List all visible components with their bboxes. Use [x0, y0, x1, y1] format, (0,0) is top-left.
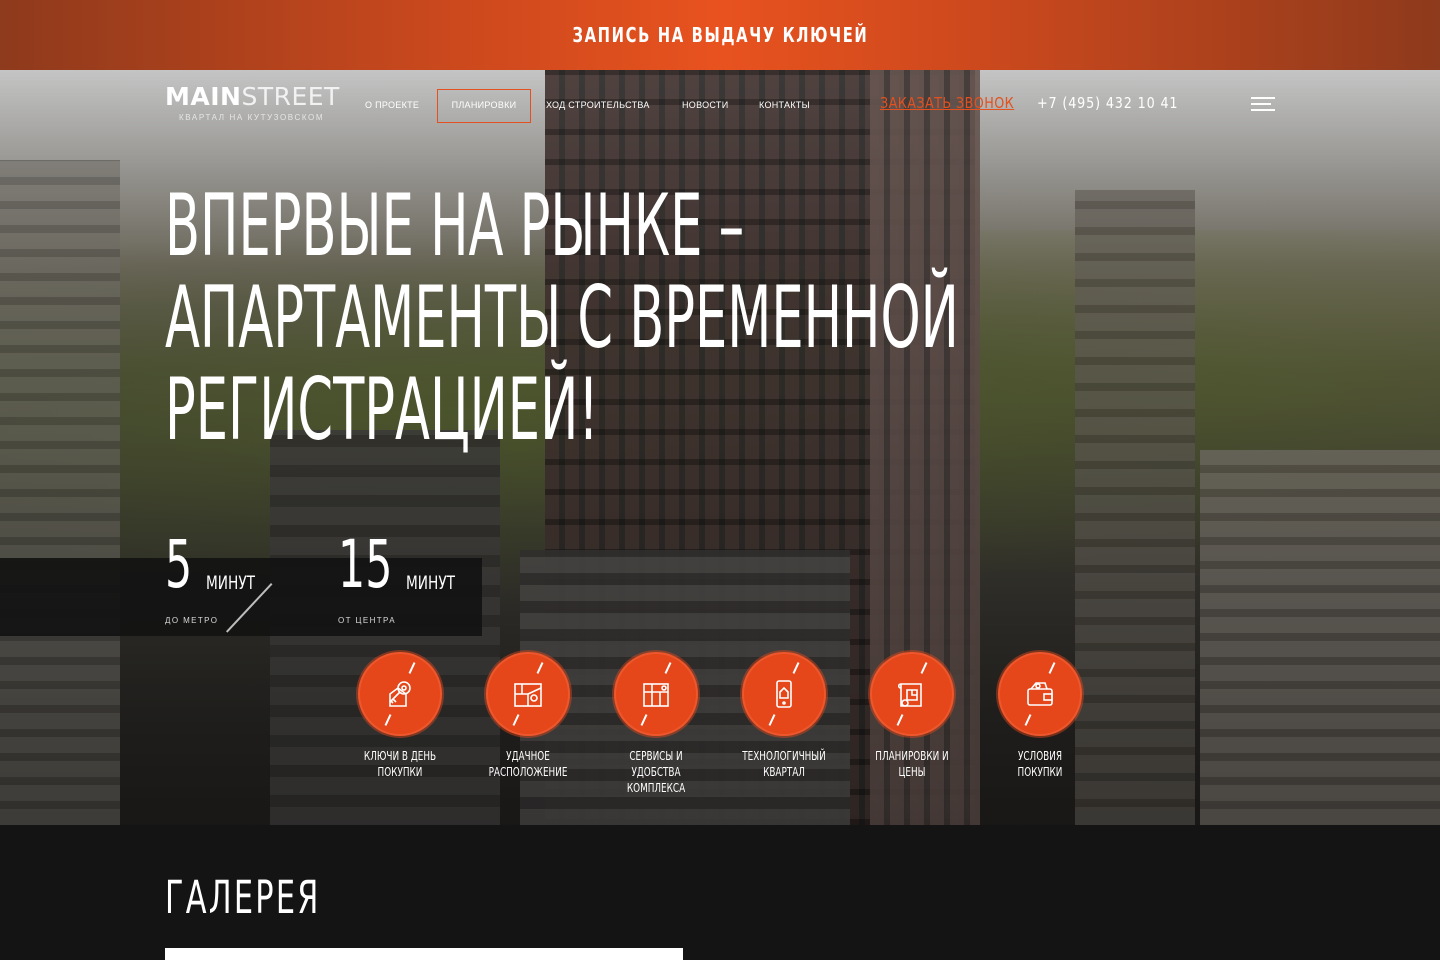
site-logo[interactable]: MAINSTREET КВАРТАЛ НА КУТУЗОВСКОМ	[165, 82, 339, 124]
logo-wordmark: MAINSTREET	[165, 82, 339, 111]
feature-label-line: КОМПЛЕКСА	[626, 781, 686, 795]
headline-line: ВПЕРВЫЕ НА РЫНКЕ –	[165, 176, 745, 276]
feature-circle[interactable]	[614, 652, 698, 736]
feature-label-line: СЕРВИСЫ И УДОБСТВА	[629, 749, 683, 779]
stat-center: 15 МИНУТ ОТ ЦЕНТРА	[338, 526, 455, 626]
stat-unit: МИНУТ	[206, 572, 255, 594]
feature-label: УСЛОВИЯ ПОКУПКИ	[997, 748, 1082, 780]
feature-keys[interactable]: КЛЮЧИ В ДЕНЬ ПОКУПКИ	[348, 652, 452, 780]
stat-number: 5	[165, 526, 193, 603]
feature-label-line: РАСПОЛОЖЕНИЕ	[488, 765, 568, 779]
feature-label: ПЛАНИРОВКИ И ЦЕНЫ	[869, 748, 954, 780]
stat-unit: МИНУТ	[406, 572, 455, 594]
feature-label-line: КЛЮЧИ В ДЕНЬ	[363, 749, 437, 763]
feature-label: СЕРВИСЫ И УДОБСТВА КОМПЛЕКСА	[613, 748, 698, 796]
feature-services[interactable]: СЕРВИСЫ И УДОБСТВА КОМПЛЕКСА	[604, 652, 708, 796]
feature-circle[interactable]	[870, 652, 954, 736]
gallery-title: ГАЛЕРЕЯ	[165, 871, 321, 924]
logo-subtitle: КВАРТАЛ НА КУТУЗОВСКОМ	[179, 113, 325, 122]
stat-caption: ОТ ЦЕНТРА	[338, 616, 396, 625]
feature-label: УДАЧНОЕ РАСПОЛОЖЕНИЕ	[485, 748, 570, 780]
nav-item-construction[interactable]: ХОД СТРОИТЕЛЬСТВА	[546, 100, 650, 110]
stat-caption: ДО МЕТРО	[165, 616, 219, 625]
floor-plan-icon	[897, 683, 922, 707]
smart-home-icon	[776, 680, 792, 708]
wallet-icon	[1027, 682, 1053, 706]
map-location-icon	[514, 683, 542, 707]
feature-smart[interactable]: ТЕХНОЛОГИЧНЫЙ КВАРТАЛ	[732, 652, 836, 780]
feature-label-line: ТЕХНОЛОГИЧНЫЙ	[742, 749, 826, 763]
feature-label-line: УСЛОВИЯ ПОКУПКИ	[1017, 749, 1063, 779]
feature-location[interactable]: УДАЧНОЕ РАСПОЛОЖЕНИЕ	[476, 652, 580, 780]
headline-line: АПАРТАМЕНТЫ С ВРЕМЕННОЙ	[165, 268, 959, 368]
stat-metro: 5 МИНУТ ДО МЕТРО	[165, 526, 255, 626]
headline-line: РЕГИСТРАЦИЕЙ!	[165, 360, 599, 460]
stat-number: 15	[338, 526, 393, 603]
feature-circle[interactable]	[998, 652, 1082, 736]
feature-purchase[interactable]: УСЛОВИЯ ПОКУПКИ	[988, 652, 1092, 780]
feature-circle[interactable]	[486, 652, 570, 736]
nav-item-about[interactable]: О ПРОЕКТЕ	[365, 100, 419, 110]
gallery-card[interactable]	[165, 948, 683, 960]
features-row: КЛЮЧИ В ДЕНЬ ПОКУПКИ УДАЧНОЕ РАСПОЛОЖЕНИ…	[348, 652, 1088, 795]
feature-label: ТЕХНОЛОГИЧНЫЙ КВАРТАЛ	[741, 748, 826, 780]
feature-label-line: ПЛАНИРОВКИ И ЦЕНЫ	[875, 749, 949, 779]
feature-plans[interactable]: ПЛАНИРОВКИ И ЦЕНЫ	[860, 652, 964, 780]
feature-label-line: ПОКУПКИ	[377, 765, 423, 779]
menu-icon[interactable]	[1251, 97, 1275, 113]
gallery-section: ГАЛЕРЕЯ	[0, 825, 1440, 960]
promo-text[interactable]: ЗАПИСЬ НА ВЫДАЧУ КЛЮЧЕЙ	[572, 23, 868, 47]
nav-item-news[interactable]: НОВОСТИ	[682, 100, 728, 110]
nav-item-contacts[interactable]: КОНТАКТЫ	[759, 100, 810, 110]
hero-headline: ВПЕРВЫЕ НА РЫНКЕ – АПАРТАМЕНТЫ С ВРЕМЕНН…	[165, 180, 1065, 456]
feature-circle[interactable]	[742, 652, 826, 736]
nav-item-layouts[interactable]: ПЛАНИРОВКИ	[437, 89, 531, 123]
feature-circle[interactable]	[358, 652, 442, 736]
promo-banner[interactable]: ЗАПИСЬ НА ВЫДАЧУ КЛЮЧЕЙ	[0, 0, 1440, 70]
phone-link[interactable]: +7 (495) 432 10 41	[1037, 94, 1178, 112]
feature-label-line: УДАЧНОЕ	[506, 749, 550, 763]
keys-icon	[389, 681, 411, 707]
callback-link[interactable]: ЗАКАЗАТЬ ЗВОНОК	[880, 94, 1014, 112]
feature-label: КЛЮЧИ В ДЕНЬ ПОКУПКИ	[357, 748, 442, 780]
logo-main: MAIN	[165, 82, 242, 111]
services-icon	[643, 683, 669, 707]
feature-label-line: КВАРТАЛ	[763, 765, 805, 779]
logo-street: STREET	[241, 82, 340, 111]
